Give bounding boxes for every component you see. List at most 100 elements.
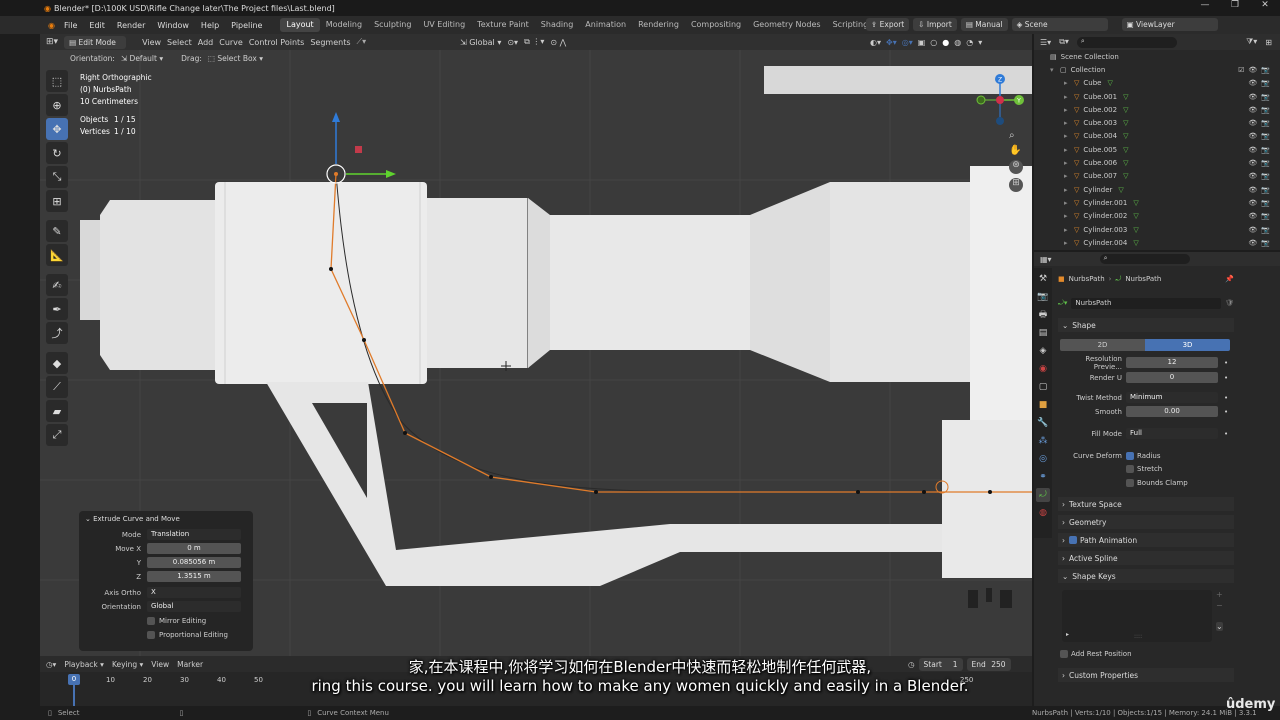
curve-options-icon[interactable]: ⟋▾ <box>357 37 367 47</box>
outliner-item[interactable]: ▸ ▽ Cylinder.001 ▽ 👁📷 <box>1034 196 1280 209</box>
add-shape-key-icon[interactable]: + <box>1216 590 1223 599</box>
tab-animation[interactable]: Animation <box>579 18 632 32</box>
new-collection-icon[interactable]: ⊞ <box>1265 38 1272 47</box>
fake-user-icon[interactable]: 🛡 <box>1225 299 1234 307</box>
op-orientation-dropdown[interactable]: Global <box>147 601 241 612</box>
move-z-field[interactable]: 1.3515 m <box>147 571 241 582</box>
render-tab-icon[interactable]: 📷 <box>1036 290 1050 304</box>
cursor-tool-icon[interactable]: ⊕ <box>46 94 68 116</box>
tab-layout[interactable]: Layout <box>280 18 320 32</box>
dimensions-3d-button[interactable]: 3D <box>1145 339 1230 351</box>
material-tab-icon[interactable]: ◍ <box>1036 506 1050 520</box>
scene-collection-row[interactable]: ▤ Scene Collection <box>1034 50 1280 63</box>
move-tool-icon[interactable]: ✥ <box>46 118 68 140</box>
tilt-tool-icon[interactable]: ⟋ <box>46 376 68 398</box>
scale-tool-icon[interactable]: ⤡ <box>46 166 68 188</box>
visibility-toggles[interactable]: 👁📷 <box>1248 186 1274 194</box>
visibility-toggles[interactable]: 👁📷 <box>1248 226 1274 234</box>
list-resize-icon[interactable]: ▸ <box>1066 631 1069 638</box>
shape-keys-list[interactable]: ▸:::: <box>1062 590 1212 642</box>
properties-editor-icon[interactable]: ▦▾ <box>1040 255 1052 264</box>
keyframe-dot-icon[interactable]: • <box>1224 430 1228 438</box>
expand-icon[interactable]: ▸ <box>1064 159 1074 167</box>
collection-toggles[interactable]: ☑👁📷 <box>1238 66 1274 74</box>
expand-icon[interactable]: ▸ <box>1064 79 1074 87</box>
pan-hand-icon[interactable]: ✋ <box>1009 145 1023 156</box>
geometry-panel-header[interactable]: › Geometry <box>1058 515 1234 529</box>
outliner-item[interactable]: ▸ ▽ Cube.003 ▽ 👁📷 <box>1034 116 1280 129</box>
editor-type-icon[interactable]: ⊞▾ <box>46 37 58 47</box>
menu-pipeline[interactable]: Pipeline <box>225 21 268 30</box>
measure-tool-icon[interactable]: 📐 <box>46 244 68 266</box>
list-grip-icon[interactable]: :::: <box>1134 633 1142 640</box>
tab-uv-editing[interactable]: UV Editing <box>417 18 471 32</box>
outliner-item[interactable]: ▸ ▽ Cylinder.004 ▽ 👁📷 <box>1034 236 1280 249</box>
rendered-shading-icon[interactable]: ◔ <box>966 38 973 47</box>
visibility-toggles[interactable]: 👁📷 <box>1248 146 1274 154</box>
object-tab-icon[interactable]: ■ <box>1036 398 1050 412</box>
visibility-toggles[interactable]: 👁📷 <box>1248 93 1274 101</box>
menu-window[interactable]: Window <box>151 21 195 30</box>
annotate-tool-icon[interactable]: ✎ <box>46 220 68 242</box>
overlay-toggle-icon[interactable]: ◎▾ <box>902 38 913 47</box>
bounds-clamp-checkbox[interactable] <box>1126 478 1134 487</box>
pin-icon[interactable]: 📌 <box>1225 275 1234 283</box>
datablock-selector[interactable]: ⤾▾ NurbsPath 🛡 <box>1058 297 1234 309</box>
menu-render[interactable]: Render <box>111 21 151 30</box>
outliner-item[interactable]: ▸ ▽ Cube ▽ 👁📷 <box>1034 77 1280 90</box>
outliner-item[interactable]: ▸ ▽ Cylinder ▽ 👁📷 <box>1034 183 1280 196</box>
dimensions-2d-button[interactable]: 2D <box>1060 339 1145 351</box>
move-y-field[interactable]: 0.085056 m <box>147 557 241 568</box>
visibility-icon[interactable]: ◐▾ <box>870 38 881 47</box>
shape-keys-panel-header[interactable]: ⌄ Shape Keys <box>1058 569 1234 583</box>
smooth-field[interactable]: 0.00 <box>1126 406 1218 417</box>
expand-icon[interactable]: ▸ <box>1064 186 1074 194</box>
randomize-tool-icon[interactable]: ▰ <box>46 400 68 422</box>
expand-icon[interactable]: ▸ <box>1064 226 1074 234</box>
import-button[interactable]: ⇩ Import <box>913 18 957 31</box>
path-animation-panel-header[interactable]: › Path Animation <box>1058 533 1234 547</box>
texture-space-panel-header[interactable]: › Texture Space <box>1058 497 1234 511</box>
manual-button[interactable]: ▤ Manual <box>960 18 1008 31</box>
curve-data-tab-icon[interactable]: ⤾ <box>1036 488 1050 502</box>
outliner-item[interactable]: ▸ ▽ Cube.005 ▽ 👁📷 <box>1034 143 1280 156</box>
stretch-checkbox[interactable] <box>1126 464 1134 473</box>
collection-tab-icon[interactable]: ▢ <box>1036 380 1050 394</box>
visibility-toggles[interactable]: 👁📷 <box>1248 239 1274 247</box>
outliner-item[interactable]: ▸ ▽ Cube.002 ▽ 👁📷 <box>1034 103 1280 116</box>
visibility-toggles[interactable]: 👁📷 <box>1248 79 1274 87</box>
expand-icon[interactable]: ▸ <box>1064 212 1074 220</box>
expand-icon[interactable]: ▸ <box>1064 199 1074 207</box>
minimize-button[interactable]: — <box>1190 0 1220 10</box>
outliner-item[interactable]: ▸ ▽ Cube.004 ▽ 👁📷 <box>1034 130 1280 143</box>
tab-modeling[interactable]: Modeling <box>320 18 368 32</box>
mirror-editing-checkbox[interactable] <box>147 616 155 625</box>
move-x-field[interactable]: 0 m <box>147 543 241 554</box>
draw-tool-icon[interactable]: ✍ <box>46 274 68 296</box>
tab-geometry-nodes[interactable]: Geometry Nodes <box>747 18 826 32</box>
visibility-toggles[interactable]: 👁📷 <box>1248 119 1274 127</box>
ortho-toggle-icon[interactable]: ⊞ <box>1009 178 1023 192</box>
expand-icon[interactable]: ▾ <box>1050 66 1060 74</box>
maximize-button[interactable]: ❐ <box>1220 0 1250 10</box>
tab-rendering[interactable]: Rendering <box>632 18 685 32</box>
keyframe-dot-icon[interactable]: • <box>1224 394 1228 402</box>
scene-selector[interactable]: ◈ Scene <box>1011 18 1108 31</box>
world-tab-icon[interactable]: ◉ <box>1036 362 1050 376</box>
viewlayer-selector[interactable]: ▣ ViewLayer <box>1121 18 1218 31</box>
proportional-edit-icon[interactable]: ⊙ ⋀ <box>550 38 566 47</box>
gizmo-toggle-icon[interactable]: ✥▾ <box>886 38 897 47</box>
expand-icon[interactable]: ▸ <box>1064 146 1074 154</box>
remove-shape-key-icon[interactable]: − <box>1216 601 1223 610</box>
keyframe-dot-icon[interactable]: • <box>1224 359 1228 367</box>
shading-options-icon[interactable]: ▾ <box>978 38 982 47</box>
expand-icon[interactable]: ▸ <box>1064 239 1074 247</box>
radius-tool-icon[interactable]: ◆ <box>46 352 68 374</box>
mode-selector[interactable]: ▤ Edit Mode <box>64 35 127 49</box>
constraints-tab-icon[interactable]: ⚭ <box>1036 470 1050 484</box>
active-spline-panel-header[interactable]: › Active Spline <box>1058 551 1234 565</box>
pen-tool-icon[interactable]: ✒ <box>46 298 68 320</box>
display-mode-icon[interactable]: ⧉▾ <box>1059 37 1069 47</box>
visibility-toggles[interactable]: 👁📷 <box>1248 159 1274 167</box>
transform-tool-icon[interactable]: ⊞ <box>46 190 68 212</box>
